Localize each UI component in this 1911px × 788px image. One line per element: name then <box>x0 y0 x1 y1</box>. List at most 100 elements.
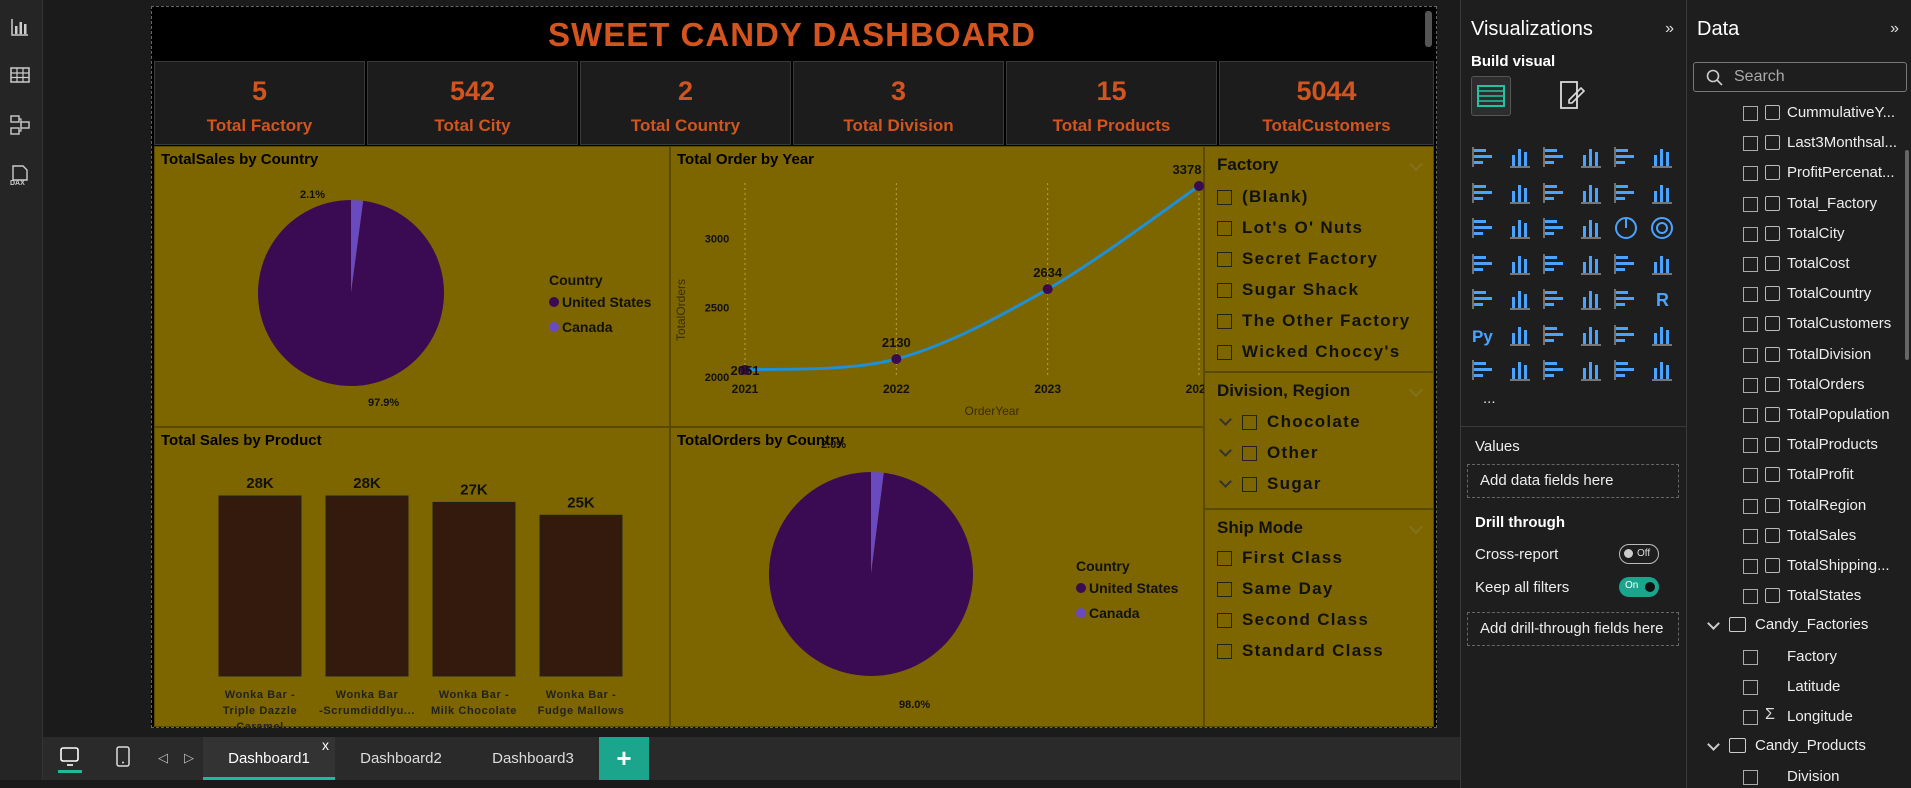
checkbox[interactable] <box>1743 317 1758 333</box>
ship-mode-slicer[interactable]: Ship Mode First Class Same Day Second Cl… <box>1204 509 1434 727</box>
slicer-item-the-other-factory[interactable]: The Other Factory <box>1217 310 1411 332</box>
field-item[interactable]: Σ Longitude <box>1743 702 1911 732</box>
factory-slicer[interactable]: Factory (Blank) Lot's O' Nuts Secret Fac… <box>1204 146 1434 372</box>
checkbox[interactable] <box>1743 257 1758 272</box>
mobile-layout-icon[interactable] <box>115 745 135 771</box>
tab-dashboard1[interactable]: Dashboard1 x <box>203 737 335 780</box>
checkbox[interactable] <box>1743 377 1758 393</box>
diamond-icon[interactable] <box>1613 357 1639 383</box>
azure-map-icon[interactable] <box>1578 251 1604 277</box>
metrics-icon[interactable] <box>1649 322 1675 348</box>
checkbox[interactable] <box>1743 679 1758 695</box>
chart-panel-orders-by-year[interactable]: Total Order by Year 20212022202320242000… <box>670 146 1205 427</box>
power-automate-icon[interactable] <box>1542 357 1568 383</box>
checkbox[interactable] <box>1743 649 1758 665</box>
checkbox[interactable] <box>1743 438 1758 454</box>
checkbox[interactable] <box>1242 414 1257 430</box>
checkbox[interactable] <box>1743 710 1758 725</box>
search-input[interactable]: Search <box>1693 62 1907 92</box>
field-item[interactable]: Factory <box>1743 642 1911 672</box>
checkbox[interactable] <box>1217 612 1232 628</box>
checkbox[interactable] <box>1217 643 1232 659</box>
field-item[interactable]: TotalProfit <box>1743 460 1911 490</box>
qa-icon[interactable] <box>1578 322 1604 348</box>
series-line[interactable] <box>744 184 1200 372</box>
matrix-icon[interactable] <box>1613 286 1639 312</box>
checkbox[interactable] <box>1217 282 1232 298</box>
area-icon[interactable] <box>1507 180 1533 206</box>
slicer-item-sugar[interactable]: Sugar <box>1217 473 1322 495</box>
slicer-item-second-class[interactable]: Second Class <box>1217 609 1369 631</box>
decomposition-tree-icon[interactable] <box>1542 322 1568 348</box>
line-icon[interactable] <box>1471 180 1497 206</box>
kpi-card-total-country[interactable]: 2 Total Country <box>580 61 791 145</box>
field-item[interactable]: TotalOrders <box>1743 370 1911 400</box>
desktop-layout-icon[interactable] <box>57 745 83 773</box>
table-icon[interactable] <box>1578 286 1604 312</box>
arcgis-icon[interactable] <box>1578 357 1604 383</box>
chevron-down-icon[interactable] <box>1408 382 1424 398</box>
expand-chevron-icon[interactable] <box>1219 444 1232 457</box>
stacked-column-icon[interactable] <box>1507 144 1533 170</box>
scroll-left-icon[interactable]: ◁ <box>158 750 168 766</box>
kpi-card-total-city[interactable]: 542 Total City <box>367 61 578 145</box>
card-icon[interactable] <box>1649 251 1675 277</box>
line-column-icon[interactable] <box>1613 180 1639 206</box>
checkbox[interactable] <box>1217 220 1232 236</box>
chart-panel-sales-by-country[interactable]: TotalSales by Country 97.9% 2.1% Country Un… <box>154 146 670 427</box>
stacked-area-icon[interactable] <box>1542 180 1568 206</box>
expand-pane-icon[interactable]: » <box>1665 20 1674 38</box>
field-item[interactable]: Latitude <box>1743 672 1911 702</box>
field-item[interactable]: CummulativeY... <box>1743 98 1911 128</box>
expand-chevron-icon[interactable] <box>1219 475 1232 488</box>
checkbox[interactable] <box>1743 468 1758 484</box>
chevron-down-icon[interactable] <box>1707 617 1720 631</box>
chevron-down-icon[interactable] <box>1408 519 1424 535</box>
checkbox[interactable] <box>1743 136 1758 152</box>
paginated-report-icon[interactable] <box>1471 357 1497 383</box>
pie-icon[interactable] <box>1613 215 1639 241</box>
chevron-icon[interactable] <box>1649 357 1675 383</box>
report-view-icon[interactable] <box>9 16 33 40</box>
checkbox[interactable] <box>1743 106 1758 121</box>
checkbox[interactable] <box>1743 347 1758 363</box>
checkbox[interactable] <box>1743 559 1758 574</box>
drill-through-field-well[interactable]: Add drill-through fields here <box>1467 612 1679 646</box>
field-item[interactable]: TotalStates <box>1743 581 1911 611</box>
checkbox[interactable] <box>1217 189 1232 205</box>
slicer-item-same-day[interactable]: Same Day <box>1217 578 1334 600</box>
checkbox[interactable] <box>1743 770 1758 786</box>
chevron-down-icon[interactable] <box>1408 156 1424 172</box>
python-visual-icon[interactable]: Py <box>1471 322 1497 348</box>
checkbox[interactable] <box>1743 166 1758 182</box>
line-clustered-icon[interactable] <box>1649 180 1675 206</box>
narrative-icon[interactable] <box>1613 322 1639 348</box>
kpi-card-total-factory[interactable]: 5 Total Factory <box>154 61 365 145</box>
values-field-well[interactable]: Add data fields here <box>1467 464 1679 498</box>
checkbox[interactable] <box>1217 313 1232 329</box>
100-area-icon[interactable] <box>1578 180 1604 206</box>
waterfall-icon[interactable] <box>1507 215 1533 241</box>
pie-slice[interactable] <box>769 472 973 676</box>
field-item[interactable]: TotalProducts <box>1743 430 1911 460</box>
build-visual-tab[interactable] <box>1471 76 1511 116</box>
field-item[interactable]: TotalCustomers <box>1743 309 1911 339</box>
checkbox[interactable] <box>1743 226 1758 242</box>
table-item[interactable]: Candy_Factories <box>1707 611 1911 641</box>
checkbox[interactable] <box>1743 589 1758 605</box>
donut-icon[interactable] <box>1649 215 1675 241</box>
ribbon-icon[interactable] <box>1471 215 1497 241</box>
bar[interactable] <box>218 495 302 677</box>
pie-slice[interactable] <box>257 200 444 386</box>
table-view-icon[interactable] <box>9 64 33 88</box>
division-region-slicer[interactable]: Division, Region Chocolate Other Sugar <box>1204 372 1434 509</box>
add-page-button[interactable]: + <box>599 737 649 780</box>
power-apps-icon[interactable] <box>1507 357 1533 383</box>
expand-chevron-icon[interactable] <box>1219 413 1232 426</box>
100-bar-icon[interactable] <box>1613 144 1639 170</box>
chart-panel-sales-by-product[interactable]: Total Sales by Product 28K Wonka Bar - Tri… <box>154 427 670 728</box>
slicer-item-secret-factory[interactable]: Secret Factory <box>1217 248 1378 270</box>
checkbox[interactable] <box>1743 498 1758 514</box>
slicer-item-lots-o-nuts[interactable]: Lot's O' Nuts <box>1217 217 1363 239</box>
field-item[interactable]: TotalPopulation <box>1743 400 1911 430</box>
